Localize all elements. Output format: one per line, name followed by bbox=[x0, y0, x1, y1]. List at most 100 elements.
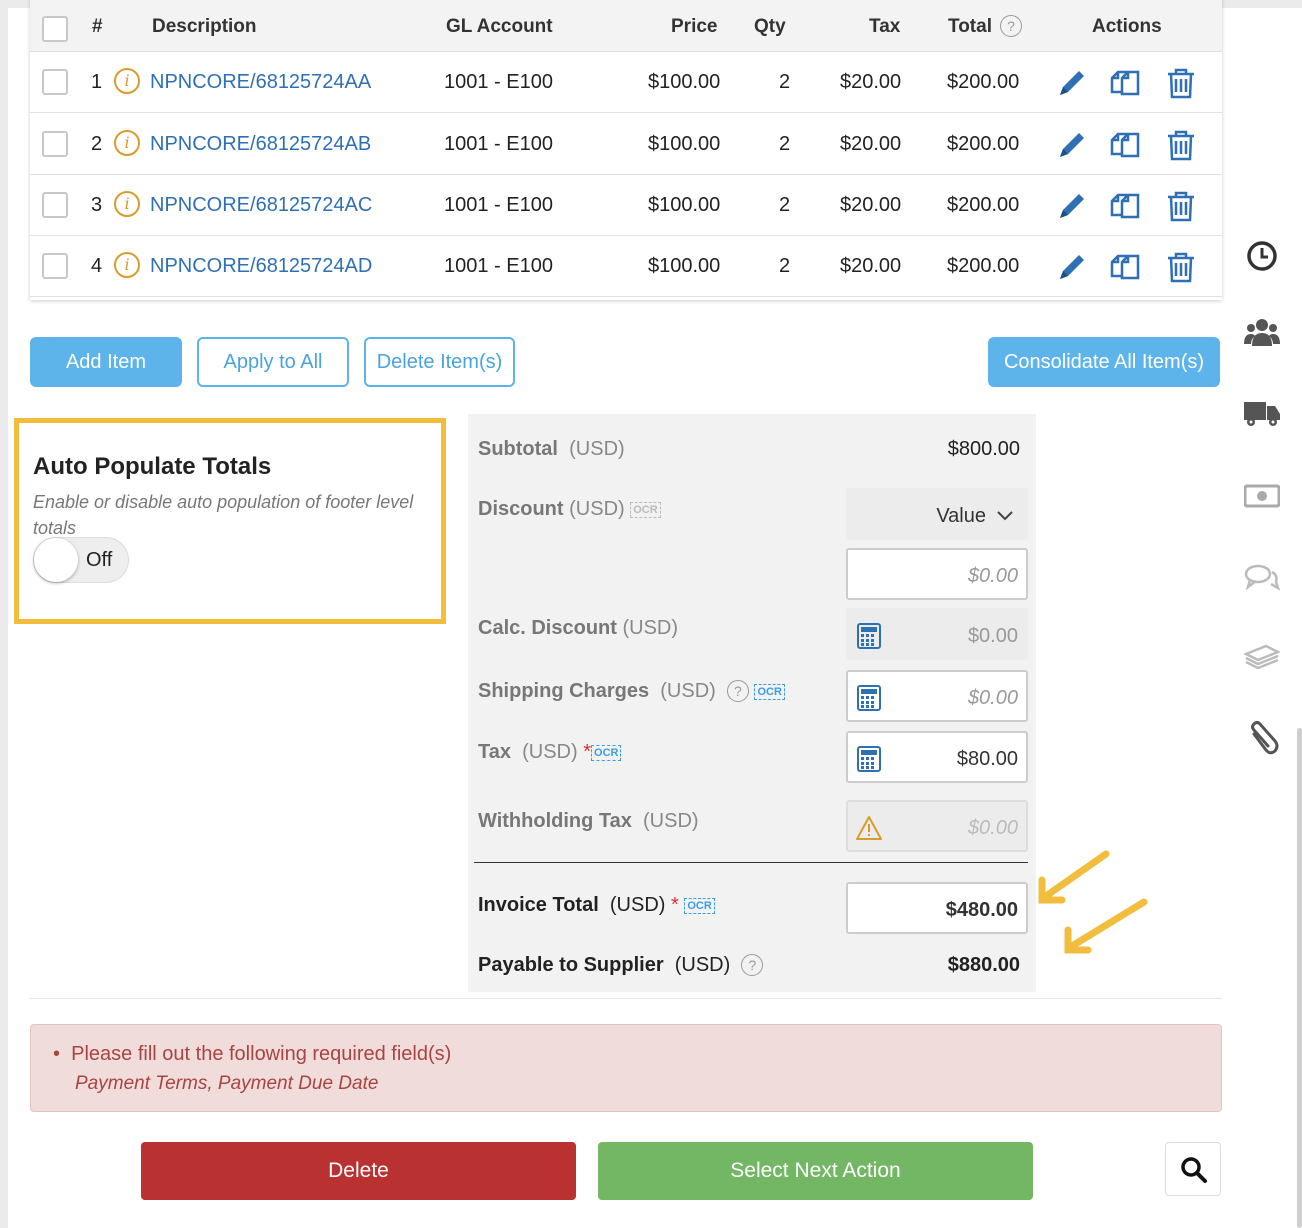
annotation-arrows bbox=[1038, 850, 1148, 954]
row-checkbox[interactable] bbox=[42, 131, 68, 157]
info-icon[interactable]: i bbox=[114, 68, 140, 94]
row-description-link[interactable]: NPNCORE/68125724AC bbox=[150, 194, 372, 217]
row-gl-account: 1001 - E100 bbox=[444, 71, 553, 93]
info-icon[interactable]: i bbox=[114, 252, 140, 278]
row-price: $100.00 bbox=[648, 71, 721, 93]
payable-help-icon[interactable]: ? bbox=[741, 954, 764, 976]
copy-icon[interactable] bbox=[1108, 189, 1142, 223]
invoice-total-ocr-icon[interactable]: OCR bbox=[684, 897, 715, 914]
consolidate-items-button[interactable]: Consolidate All Item(s) bbox=[988, 337, 1220, 387]
header-tax[interactable]: Tax bbox=[869, 16, 900, 38]
row-number: 1 bbox=[91, 71, 103, 93]
trash-icon[interactable] bbox=[1164, 250, 1198, 284]
discount-type-select[interactable]: Value bbox=[846, 488, 1028, 540]
alert-fields: Payment Terms, Payment Due Date bbox=[75, 1073, 379, 1094]
discount-ocr-icon[interactable]: OCR bbox=[630, 501, 661, 518]
row-description-link[interactable]: NPNCORE/68125724AD bbox=[150, 255, 372, 278]
withholding-field: $0.00 bbox=[846, 800, 1028, 852]
search-icon bbox=[1181, 1157, 1207, 1183]
table-row: 4 i NPNCORE/68125724AD 1001 - E100 $100.00 2 $… bbox=[30, 236, 1222, 297]
copy-icon[interactable] bbox=[1108, 250, 1142, 284]
row-description-link[interactable]: NPNCORE/68125724AA bbox=[150, 71, 371, 94]
calculator-icon[interactable] bbox=[856, 685, 882, 711]
header-qty[interactable]: Qty bbox=[754, 16, 786, 38]
row-price: $100.00 bbox=[648, 194, 721, 216]
delete-items-button[interactable]: Delete Item(s) bbox=[364, 337, 515, 387]
row-qty: 2 bbox=[779, 133, 791, 155]
shipping-input[interactable]: $0.00 bbox=[846, 670, 1028, 722]
header-gl-account[interactable]: GL Account bbox=[446, 16, 553, 38]
money-icon[interactable] bbox=[1244, 478, 1280, 514]
payable-value: $880.00 bbox=[947, 954, 1020, 976]
comments-icon[interactable] bbox=[1244, 560, 1280, 596]
chevron-down-icon bbox=[997, 511, 1013, 521]
edit-pencil-icon[interactable] bbox=[1055, 128, 1089, 162]
edit-pencil-icon[interactable] bbox=[1055, 66, 1089, 100]
edit-pencil-icon[interactable] bbox=[1055, 250, 1089, 284]
row-gl-account: 1001 - E100 bbox=[444, 133, 553, 155]
clock-icon[interactable] bbox=[1244, 238, 1280, 274]
trash-icon[interactable] bbox=[1164, 66, 1198, 100]
search-button[interactable] bbox=[1165, 1142, 1221, 1196]
copy-icon[interactable] bbox=[1108, 66, 1142, 100]
header-total[interactable]: Total bbox=[948, 16, 992, 38]
row-qty: 2 bbox=[779, 71, 791, 93]
trash-icon[interactable] bbox=[1164, 189, 1198, 223]
subtotal-label: Subtotal (USD) bbox=[478, 438, 625, 460]
trash-icon[interactable] bbox=[1164, 128, 1198, 162]
row-tax: $20.00 bbox=[840, 133, 902, 155]
row-price: $100.00 bbox=[648, 133, 721, 155]
row-checkbox[interactable] bbox=[42, 192, 68, 218]
shipping-label: Shipping Charges (USD) ? OCR bbox=[478, 680, 785, 703]
auto-populate-title: Auto Populate Totals bbox=[33, 453, 272, 480]
notes-stack-icon[interactable] bbox=[1244, 638, 1280, 674]
totals-panel: Subtotal (USD) $800.00 Discount (USD) OC… bbox=[468, 414, 1036, 992]
table-row: 3 i NPNCORE/68125724AC 1001 - E100 $100.00 2 $… bbox=[30, 175, 1222, 236]
row-description-link[interactable]: NPNCORE/68125724AB bbox=[150, 133, 371, 156]
required-mark: * bbox=[583, 741, 592, 763]
table-row: 2 i NPNCORE/68125724AB 1001 - E100 $100.00 2 $… bbox=[30, 114, 1222, 175]
header-price[interactable]: Price bbox=[671, 16, 717, 38]
edit-pencil-icon[interactable] bbox=[1055, 189, 1089, 223]
attachment-icon[interactable] bbox=[1244, 720, 1280, 756]
calculator-icon[interactable] bbox=[856, 623, 882, 649]
invoice-page: # Description GL Account Price Qty Tax T… bbox=[8, 0, 1302, 1228]
header-description[interactable]: Description bbox=[152, 16, 257, 38]
select-next-action-button[interactable]: Select Next Action bbox=[598, 1142, 1033, 1200]
copy-icon[interactable] bbox=[1108, 128, 1142, 162]
totals-divider bbox=[474, 862, 1028, 863]
add-item-button[interactable]: Add Item bbox=[30, 337, 182, 387]
delete-button[interactable]: Delete bbox=[141, 1142, 576, 1200]
discount-label: Discount (USD) OCR bbox=[478, 498, 661, 521]
header-actions: Actions bbox=[1092, 16, 1162, 37]
select-all-checkbox[interactable] bbox=[42, 16, 68, 42]
row-checkbox[interactable] bbox=[42, 69, 68, 95]
row-checkbox[interactable] bbox=[42, 253, 68, 279]
required-fields-alert: • Please fill out the following required… bbox=[30, 1024, 1222, 1112]
calc-discount-field: $0.00 bbox=[846, 608, 1028, 660]
info-icon[interactable]: i bbox=[114, 130, 140, 156]
row-number: 2 bbox=[91, 133, 103, 155]
tax-input[interactable]: $80.00 bbox=[846, 731, 1028, 783]
total-help-icon[interactable]: ? bbox=[1000, 15, 1022, 37]
required-mark: * bbox=[671, 894, 679, 916]
info-icon[interactable]: i bbox=[114, 191, 140, 217]
scrollbar[interactable] bbox=[1297, 728, 1302, 1228]
toggle-state-label: Off bbox=[86, 549, 113, 571]
tax-label: Tax (USD) * OCR bbox=[478, 741, 622, 764]
shipping-ocr-icon[interactable]: OCR bbox=[754, 683, 785, 700]
auto-populate-toggle[interactable]: Off bbox=[33, 537, 129, 583]
tax-ocr-icon[interactable]: OCR bbox=[591, 744, 622, 761]
alert-message: • Please fill out the following required… bbox=[53, 1043, 452, 1065]
calculator-icon[interactable] bbox=[856, 746, 882, 772]
row-gl-account: 1001 - E100 bbox=[444, 255, 553, 277]
row-total: $200.00 bbox=[947, 133, 1020, 155]
shipping-help-icon[interactable]: ? bbox=[726, 680, 749, 702]
discount-type-value: Value bbox=[936, 505, 986, 527]
invoice-total-input[interactable]: $480.00 bbox=[846, 882, 1028, 934]
apply-to-all-button[interactable]: Apply to All bbox=[197, 337, 349, 387]
users-icon[interactable] bbox=[1244, 314, 1280, 350]
discount-input[interactable]: $0.00 bbox=[846, 548, 1028, 600]
row-qty: 2 bbox=[779, 194, 791, 216]
truck-icon[interactable] bbox=[1244, 394, 1280, 430]
